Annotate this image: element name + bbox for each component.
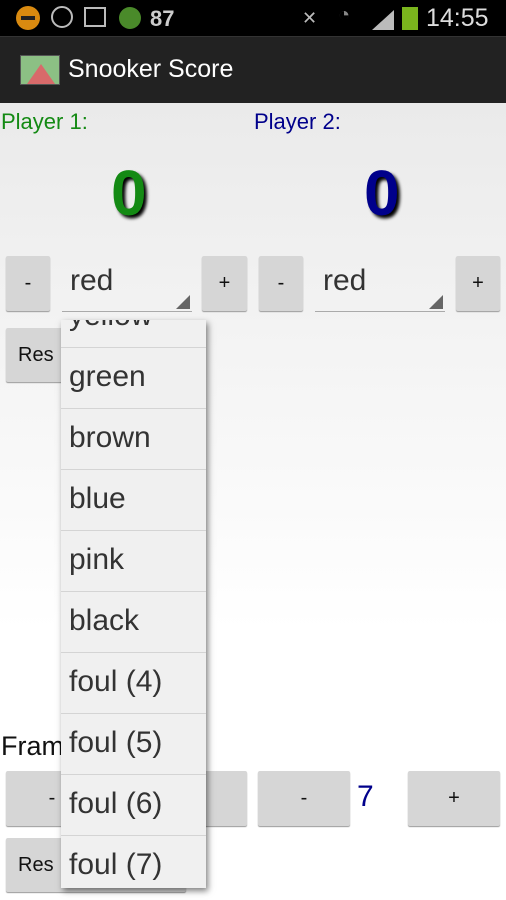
battery-icon (402, 7, 418, 30)
action-bar: Snooker Score (0, 36, 506, 103)
option-black[interactable]: black (61, 592, 206, 653)
dnd-icon (16, 6, 40, 30)
activity-icon (119, 7, 141, 29)
clock: 14:55 (426, 4, 489, 32)
option-yellow[interactable]: yellow (61, 320, 206, 348)
player1-ball-spinner[interactable]: red (62, 256, 192, 312)
frames-value: 7 (357, 780, 374, 813)
player2-score: 0 (364, 157, 400, 229)
image-icon (84, 7, 106, 27)
option-foul-6[interactable]: foul (6) (61, 775, 206, 836)
frames-p2-plus-button[interactable]: + (408, 771, 500, 826)
app-icon (20, 55, 60, 85)
app-title: Snooker Score (68, 55, 234, 83)
battery-level-text: 87 (150, 6, 175, 31)
player1-label: Player 1: (1, 109, 88, 134)
option-foul-5[interactable]: foul (5) (61, 714, 206, 775)
player2-minus-button[interactable]: - (259, 256, 303, 311)
player1-minus-button[interactable]: - (6, 256, 50, 311)
option-foul-4[interactable]: foul (4) (61, 653, 206, 714)
alarm-icon (51, 6, 73, 28)
player1-plus-button[interactable]: + (202, 256, 247, 311)
option-foul-7[interactable]: foul (7) (61, 836, 206, 888)
frames-label: Fram (1, 731, 64, 761)
option-green[interactable]: green (61, 348, 206, 409)
mute-icon: ✕ (302, 8, 318, 28)
player2-ball-spinner[interactable]: red (315, 256, 445, 312)
ball-dropdown-list[interactable]: yellow green brown blue pink black foul … (61, 320, 206, 888)
wifi-icon: ◔ (338, 4, 351, 26)
option-pink[interactable]: pink (61, 531, 206, 592)
player2-label: Player 2: (254, 109, 341, 134)
player1-score: 0 (111, 157, 147, 229)
player2-plus-button[interactable]: + (456, 256, 500, 311)
frames-reset-label: Res (18, 853, 54, 876)
signal-icon (372, 10, 394, 30)
reset-label: Res (18, 343, 54, 366)
option-blue[interactable]: blue (61, 470, 206, 531)
status-bar: 87 ✕ ◔ 14:55 (0, 0, 506, 36)
frames-p2-minus-button[interactable]: - (258, 771, 350, 826)
option-brown[interactable]: brown (61, 409, 206, 470)
